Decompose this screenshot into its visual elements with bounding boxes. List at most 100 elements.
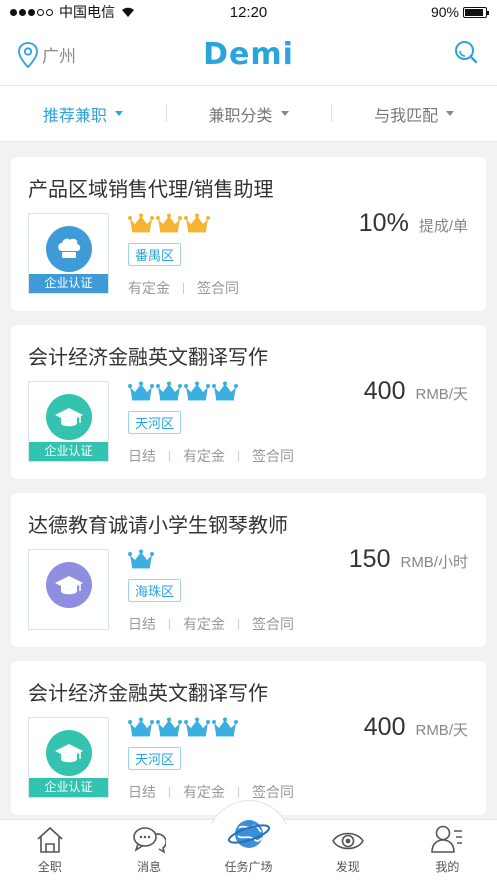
job-card[interactable]: 会计经济金融英文翻译写作 企业认证 天河区 日结 有定金 签合同 400 RMB… — [11, 661, 486, 815]
crown-icon — [184, 381, 210, 406]
location-selector[interactable]: 广州 — [18, 41, 76, 68]
chat-icon — [133, 827, 167, 854]
job-meta: 日结 有定金 签合同 — [128, 614, 294, 634]
price-value: 10% — [358, 209, 409, 237]
job-title: 产品区域销售代理/销售助理 — [28, 179, 274, 201]
search-button[interactable] — [453, 39, 479, 70]
price-value: 150 — [348, 545, 391, 573]
graduation-cap-icon — [46, 730, 92, 776]
wifi-icon — [122, 7, 134, 17]
caret-down-icon — [114, 111, 123, 116]
rating-crowns — [128, 717, 238, 742]
crown-icon — [212, 381, 238, 406]
rating-crowns — [128, 381, 238, 406]
location-pin-icon — [18, 41, 38, 68]
crown-icon — [128, 381, 154, 406]
district-tag: 海珠区 — [128, 579, 182, 602]
rating-crowns — [128, 213, 210, 238]
job-card[interactable]: 会计经济金融英文翻译写作 企业认证 天河区 日结 有定金 签合同 400 RMB… — [11, 325, 486, 479]
meta-deposit: 有定金 — [128, 280, 170, 296]
verified-badge: 企业认证 — [29, 778, 108, 797]
tab-task-square[interactable]: 任务广场 — [199, 800, 298, 883]
job-card[interactable]: 产品区域销售代理/销售助理 企业认证 番禺区 有定金 签合同 10% 提成/单 — [11, 157, 486, 311]
graduation-cap-icon — [46, 562, 92, 608]
meta-daily-pay: 日结 — [128, 784, 156, 800]
meta-deposit: 有定金 — [183, 616, 225, 632]
company-logo — [28, 549, 109, 630]
filter-label: 与我匹配 — [374, 107, 439, 125]
search-icon — [455, 41, 478, 64]
job-meta: 有定金 签合同 — [128, 278, 239, 298]
crown-icon — [184, 717, 210, 742]
verified-badge: 企业认证 — [29, 274, 108, 293]
meta-contract: 签合同 — [252, 448, 294, 464]
job-list: 产品区域销售代理/销售助理 企业认证 番禺区 有定金 签合同 10% 提成/单 … — [0, 142, 497, 815]
job-price: 10% 提成/单 — [359, 209, 468, 238]
crown-icon — [128, 717, 154, 742]
job-meta: 日结 有定金 签合同 — [128, 782, 294, 802]
filter-match[interactable]: 与我匹配 — [331, 102, 497, 126]
tab-label: 消息 — [137, 860, 162, 874]
company-logo: 企业认证 — [28, 213, 109, 294]
meta-daily-pay: 日结 — [128, 616, 156, 632]
status-time: 12:20 — [229, 3, 268, 21]
job-title: 会计经济金融英文翻译写作 — [28, 347, 268, 369]
app-logo: Demi — [203, 37, 294, 72]
crown-icon — [156, 717, 182, 742]
crown-icon — [184, 213, 210, 238]
meta-contract: 签合同 — [252, 784, 294, 800]
price-unit: 提成/单 — [418, 218, 468, 235]
status-bar: 中国电信 12:20 90% — [0, 0, 497, 24]
tab-label: 我的 — [435, 860, 460, 874]
user-icon — [431, 825, 463, 853]
globe-icon — [227, 820, 270, 848]
price-value: 400 — [363, 377, 406, 405]
meta-contract: 签合同 — [197, 280, 239, 296]
price-unit: RMB/天 — [415, 722, 468, 739]
chef-hat-icon — [46, 226, 92, 272]
tab-label: 全职 — [37, 860, 62, 874]
meta-deposit: 有定金 — [183, 448, 225, 464]
graduation-cap-icon — [46, 394, 92, 440]
tab-discover[interactable]: 发现 — [298, 820, 397, 883]
job-title: 达德教育诚请小学生钢琴教师 — [28, 515, 288, 537]
tab-fulltime[interactable]: 全职 — [0, 820, 99, 883]
job-price: 150 RMB/小时 — [349, 545, 468, 574]
job-meta: 日结 有定金 签合同 — [128, 446, 294, 466]
rating-crowns — [128, 549, 154, 574]
district-tag: 番禺区 — [128, 243, 182, 266]
tab-bar: 全职 消息 任务广场 发现 我的 — [0, 800, 497, 883]
crown-icon — [156, 213, 182, 238]
company-logo: 企业认证 — [28, 381, 109, 462]
nav-bar: 广州 Demi — [0, 24, 497, 86]
crown-icon — [128, 549, 154, 574]
city-label: 广州 — [42, 47, 76, 66]
caret-down-icon — [446, 111, 455, 116]
filter-category[interactable]: 兼职分类 — [165, 102, 332, 126]
filter-recommended[interactable]: 推荐兼职 — [0, 102, 166, 126]
signal-icon — [10, 8, 53, 16]
filter-label: 兼职分类 — [208, 107, 273, 125]
meta-daily-pay: 日结 — [128, 448, 156, 464]
crown-icon — [212, 717, 238, 742]
district-tag: 天河区 — [128, 411, 182, 434]
price-unit: RMB/天 — [415, 386, 468, 403]
battery-icon — [463, 6, 489, 18]
job-price: 400 RMB/天 — [364, 377, 468, 406]
tab-mine[interactable]: 我的 — [398, 820, 497, 883]
filter-bar: 推荐兼职 兼职分类 与我匹配 — [0, 86, 497, 142]
verified-badge: 企业认证 — [29, 442, 108, 461]
carrier-label: 中国电信 — [59, 4, 115, 20]
company-logo: 企业认证 — [28, 717, 109, 798]
caret-down-icon — [280, 111, 289, 116]
job-card[interactable]: 达德教育诚请小学生钢琴教师 海珠区 日结 有定金 签合同 150 RMB/小时 — [11, 493, 486, 647]
district-tag: 天河区 — [128, 747, 182, 770]
crown-icon — [156, 381, 182, 406]
house-icon — [37, 826, 63, 853]
eye-icon — [331, 832, 364, 850]
job-title: 会计经济金融英文翻译写作 — [28, 683, 268, 705]
meta-deposit: 有定金 — [183, 784, 225, 800]
crown-icon — [128, 213, 154, 238]
tab-messages[interactable]: 消息 — [99, 820, 198, 883]
filter-label: 推荐兼职 — [42, 107, 107, 125]
